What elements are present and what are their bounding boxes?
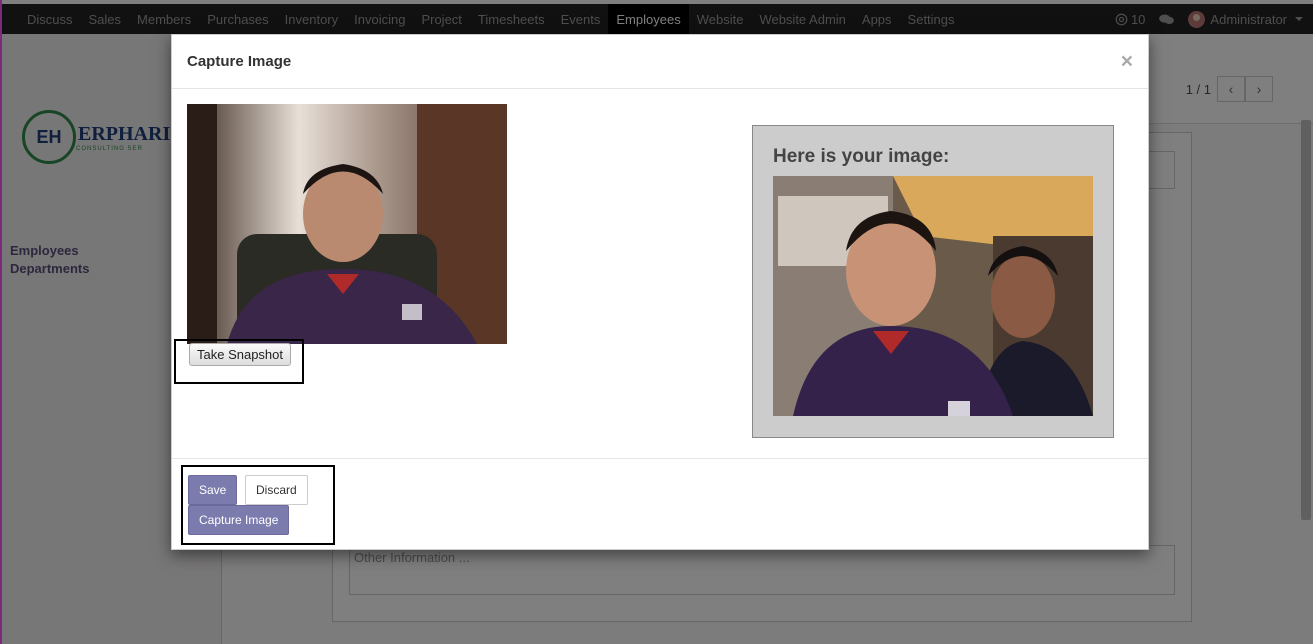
snapshot-highlight: Take Snapshot xyxy=(174,339,304,384)
discard-button[interactable]: Discard xyxy=(245,475,308,505)
captured-result-panel: Here is your image: xyxy=(752,125,1114,438)
capture-image-button[interactable]: Capture Image xyxy=(188,505,290,535)
close-icon[interactable]: × xyxy=(1121,51,1133,72)
result-heading: Here is your image: xyxy=(773,146,950,167)
save-button[interactable]: Save xyxy=(188,475,238,505)
webcam-preview xyxy=(187,104,507,344)
modal-footer: Save Discard Capture Image xyxy=(172,458,1148,550)
footer-highlight: Save Discard Capture Image xyxy=(181,465,335,545)
modal-header: Capture Image × xyxy=(172,35,1148,89)
take-snapshot-button[interactable]: Take Snapshot xyxy=(189,343,292,366)
modal-body: Take Snapshot Here is your image: xyxy=(172,89,1148,458)
modal-title: Capture Image xyxy=(187,53,292,70)
captured-image xyxy=(773,176,1093,416)
capture-image-dialog: Capture Image × Take Snapshot Here is yo… xyxy=(171,34,1149,550)
